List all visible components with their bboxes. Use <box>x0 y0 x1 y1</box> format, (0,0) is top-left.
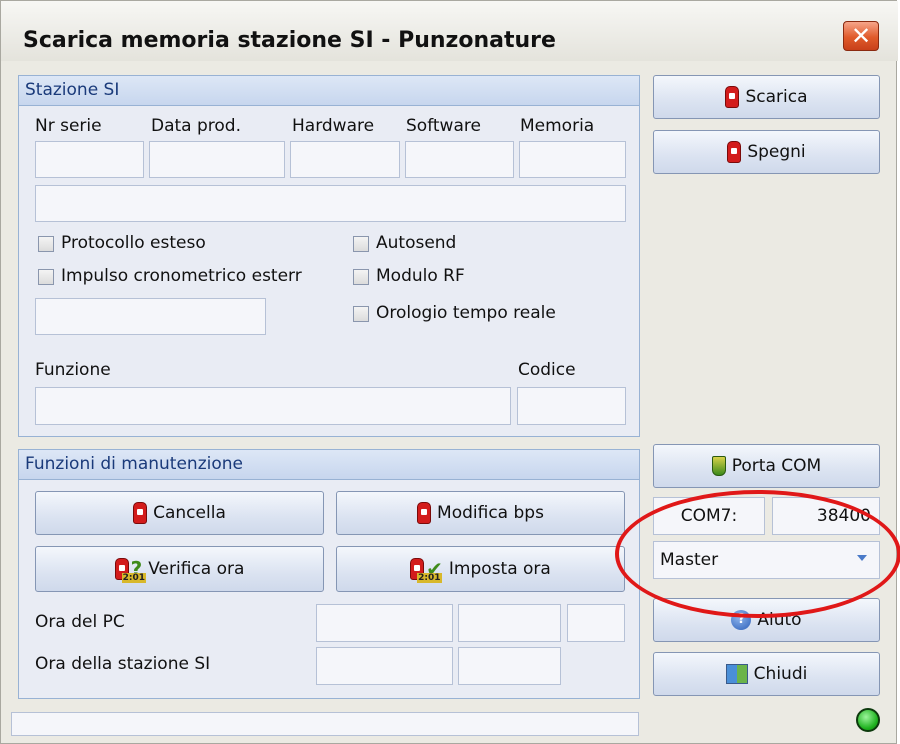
protocollo-esteso-checkbox[interactable] <box>38 236 54 252</box>
verifica-ora-button[interactable]: 2:01 ? Verifica ora <box>35 546 324 592</box>
spegni-button[interactable]: Spegni <box>653 130 880 174</box>
funzione-label: Funzione <box>35 360 111 380</box>
si-station-icon <box>727 141 742 163</box>
window-title: Scarica memoria stazione SI - Punzonatur… <box>23 28 556 53</box>
main-window: Scarica memoria stazione SI - Punzonatur… <box>0 0 900 744</box>
modifica-bps-button[interactable]: Modifica bps <box>336 491 625 535</box>
orologio-checkbox[interactable] <box>353 306 369 322</box>
si-station-icon <box>725 86 740 108</box>
funzione-field <box>35 387 511 425</box>
baud-rate-field: 38400 <box>772 497 880 535</box>
codice-label: Codice <box>518 360 576 380</box>
data-prod-label: Data prod. <box>151 116 241 136</box>
ora-stazione-field-2 <box>458 647 561 685</box>
hardware-field <box>290 141 400 178</box>
title-bar: Scarica memoria stazione SI - Punzonatur… <box>1 1 898 61</box>
stazione-si-header: Stazione SI <box>19 76 639 106</box>
impulso-checkbox[interactable] <box>38 269 54 285</box>
aiuto-button[interactable]: ? Aiuto <box>653 598 880 642</box>
cancella-button[interactable]: Cancella <box>35 491 324 535</box>
scarica-label: Scarica <box>745 87 808 107</box>
com-port-value: COM7: <box>680 506 738 526</box>
software-field <box>405 141 514 178</box>
cancella-label: Cancella <box>153 503 226 523</box>
modifica-bps-label: Modifica bps <box>437 503 544 523</box>
exit-icon <box>725 664 748 684</box>
orologio-label: Orologio tempo reale <box>376 303 556 323</box>
impulso-field <box>35 298 266 335</box>
plug-icon <box>711 456 726 476</box>
autosend-label: Autosend <box>376 233 457 253</box>
verifica-ora-label: Verifica ora <box>148 559 245 579</box>
chiudi-label: Chiudi <box>753 664 808 684</box>
porta-com-button[interactable]: Porta COM <box>653 444 880 488</box>
progress-bar <box>11 712 639 736</box>
nr-serie-label: Nr serie <box>35 116 102 136</box>
baud-rate-value: 38400 <box>816 506 871 526</box>
clock-tag: 2:01 <box>121 573 146 583</box>
si-station-icon: 2:01 <box>114 558 146 583</box>
si-station-icon <box>417 502 432 524</box>
autosend-checkbox[interactable] <box>353 236 369 252</box>
hardware-label: Hardware <box>292 116 375 136</box>
modulo-rf-label: Modulo RF <box>376 266 465 286</box>
com-port-field: COM7: <box>653 497 765 535</box>
software-label: Software <box>406 116 481 136</box>
ora-pc-field-3 <box>567 604 625 642</box>
memoria-label: Memoria <box>520 116 595 136</box>
mode-select-value: Master <box>660 550 719 570</box>
impulso-label: Impulso cronometrico esterr <box>61 266 302 286</box>
imposta-ora-button[interactable]: 2:01 ✔ Imposta ora <box>336 546 625 592</box>
manutenzione-header: Funzioni di manutenzione <box>19 450 639 480</box>
ora-pc-field-2 <box>458 604 561 642</box>
mode-select[interactable]: Master <box>653 541 880 579</box>
ora-pc-label: Ora del PC <box>35 612 125 632</box>
imposta-ora-label: Imposta ora <box>448 559 551 579</box>
scarica-button[interactable]: Scarica <box>653 75 880 119</box>
si-station-icon <box>133 502 148 524</box>
chiudi-button[interactable]: Chiudi <box>653 652 880 696</box>
help-icon: ? <box>731 610 752 630</box>
spegni-label: Spegni <box>747 142 806 162</box>
codice-field <box>517 387 626 425</box>
modulo-rf-checkbox[interactable] <box>353 269 369 285</box>
status-led-icon <box>856 708 880 732</box>
nr-serie-field <box>35 141 144 178</box>
aiuto-label: Aiuto <box>757 610 802 630</box>
chevron-down-icon[interactable] <box>857 555 867 561</box>
ora-stazione-label: Ora della stazione SI <box>35 654 211 674</box>
data-prod-field <box>149 141 285 178</box>
description-field <box>35 185 626 222</box>
memoria-field <box>519 141 626 178</box>
porta-com-label: Porta COM <box>731 456 822 476</box>
ora-pc-field-1 <box>316 604 453 642</box>
close-button[interactable]: ✕ <box>843 21 879 51</box>
ora-stazione-field-1 <box>316 647 453 685</box>
si-station-icon: 2:01 <box>410 558 442 583</box>
protocollo-esteso-label: Protocollo esteso <box>61 233 206 253</box>
clock-tag: 2:01 <box>417 573 442 583</box>
